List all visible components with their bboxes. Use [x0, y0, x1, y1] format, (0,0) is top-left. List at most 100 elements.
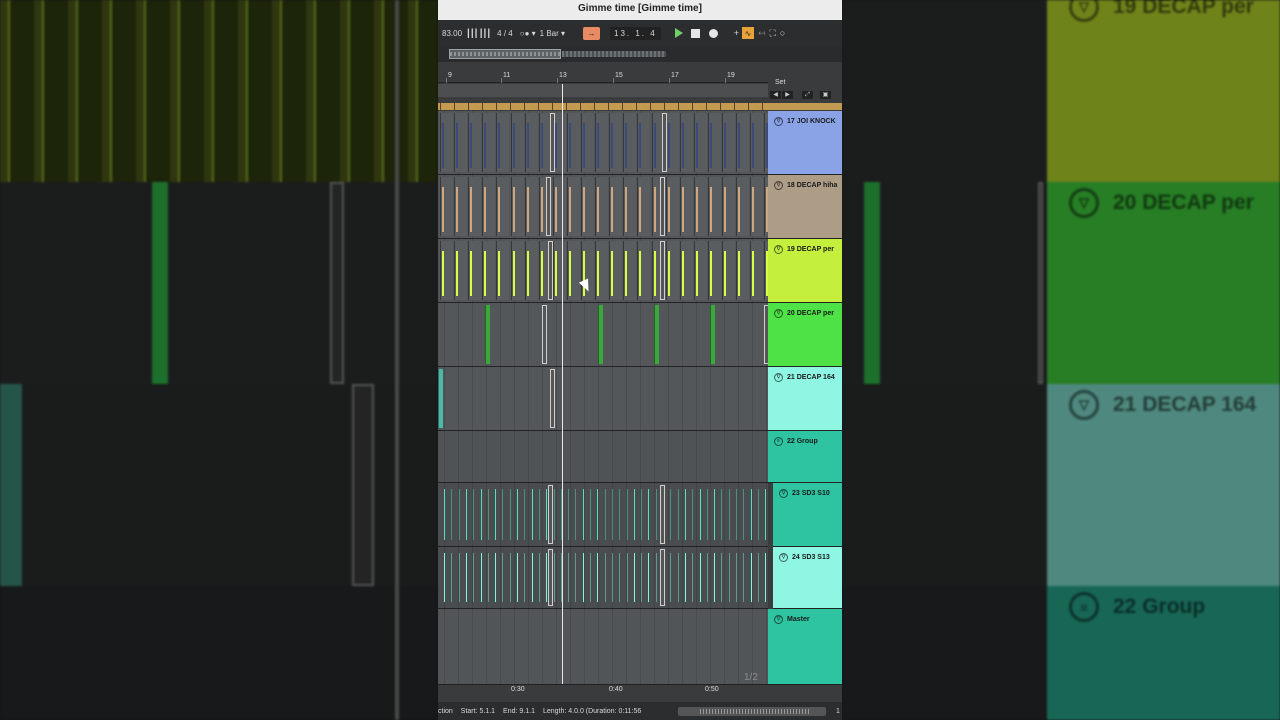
audio-clip[interactable] [722, 113, 736, 172]
audio-clip[interactable] [750, 241, 764, 300]
clip-boundary[interactable] [660, 485, 665, 544]
punch-icon[interactable]: ○ [780, 28, 785, 38]
draw-mode-icon[interactable]: ∿ [741, 27, 754, 39]
track-header[interactable]: ▽ 18 DECAP hiha [768, 175, 842, 239]
clip-boundary[interactable] [550, 113, 555, 172]
audio-clip[interactable] [566, 241, 580, 300]
audio-clip[interactable] [482, 241, 496, 300]
audio-clip[interactable] [609, 177, 623, 236]
track-header[interactable]: ▽ Master [768, 609, 842, 685]
fold-icon[interactable]: ▽ [774, 373, 783, 382]
clip-boundary[interactable] [660, 241, 665, 300]
locator-strip[interactable] [438, 103, 842, 110]
audio-clip[interactable] [623, 113, 637, 172]
track-row[interactable]: ▽ 23 SD3 S10 [438, 483, 842, 547]
track-lane[interactable] [438, 367, 768, 431]
track-header[interactable]: ▽ 23 SD3 S10 [773, 483, 842, 547]
track-header[interactable]: ▽ 24 SD3 S13 [773, 547, 842, 609]
audio-clip[interactable] [510, 241, 524, 300]
clip-boundary[interactable] [548, 485, 553, 544]
audio-clip[interactable] [693, 113, 707, 172]
audio-clip[interactable] [609, 241, 623, 300]
track-row[interactable]: ▽ 18 DECAP hiha [438, 175, 842, 239]
audio-clip[interactable] [468, 241, 482, 300]
audio-clip[interactable] [468, 177, 482, 236]
audio-clip[interactable] [665, 113, 679, 172]
play-button[interactable] [674, 28, 683, 38]
audio-clip[interactable] [552, 177, 566, 236]
audio-clip[interactable] [454, 177, 468, 236]
track-header[interactable]: ▽ 17 JOI KNOCK [768, 111, 842, 175]
audio-clip[interactable] [524, 177, 538, 236]
status-scrollbar[interactable] [678, 707, 826, 716]
audio-clip[interactable] [707, 113, 721, 172]
track-lane[interactable] [438, 547, 768, 609]
time-ruler[interactable]: 0:30 0:40 0:50 [438, 685, 768, 697]
track-lane[interactable] [438, 483, 768, 547]
audio-clip[interactable] [485, 305, 490, 364]
audio-clip[interactable] [665, 177, 679, 236]
audio-clip[interactable] [679, 177, 693, 236]
audio-clip[interactable] [710, 305, 715, 364]
track-lane[interactable] [438, 431, 768, 483]
audio-clip[interactable] [750, 113, 764, 172]
back-icon[interactable]: ↤ [758, 28, 766, 39]
follow-button[interactable]: → [583, 26, 601, 40]
audio-clip[interactable] [496, 241, 510, 300]
overview-viewport[interactable] [449, 49, 561, 59]
expand-icon[interactable]: ⤢ [802, 91, 813, 99]
track-row[interactable]: ▽ 20 DECAP per [438, 303, 842, 367]
audio-clip[interactable] [707, 241, 721, 300]
audio-clip[interactable] [736, 113, 750, 172]
audio-clip[interactable] [454, 241, 468, 300]
position-field[interactable]: 13. 1. 4 [610, 26, 661, 40]
audio-clip[interactable] [510, 177, 524, 236]
clip-boundary[interactable] [548, 549, 553, 606]
audio-clip[interactable] [693, 241, 707, 300]
next-locator-icon[interactable]: ▶ [782, 91, 793, 99]
audio-clip[interactable] [454, 113, 468, 172]
loop-bar[interactable] [438, 84, 768, 97]
audio-clip[interactable] [566, 113, 580, 172]
bar-ruler[interactable]: 9 11 13 15 17 19 [438, 72, 768, 83]
audio-clip[interactable] [595, 241, 609, 300]
audio-clip[interactable] [736, 241, 750, 300]
clip-boundary[interactable] [660, 177, 665, 236]
playhead[interactable] [562, 84, 563, 684]
scroll-thumb[interactable] [700, 709, 810, 714]
audio-clip[interactable] [598, 305, 603, 364]
audio-clip[interactable] [637, 113, 651, 172]
audio-clip[interactable] [581, 113, 595, 172]
track-lane[interactable] [438, 175, 768, 239]
fold-icon[interactable]: ▽ [779, 553, 788, 562]
track-row[interactable]: ▽ 17 JOI KNOCK [438, 111, 842, 175]
metronome-icon[interactable]: ○● ▾ [520, 29, 536, 38]
audio-clip[interactable] [654, 305, 659, 364]
audio-clip[interactable] [581, 177, 595, 236]
clip-boundary[interactable] [546, 177, 551, 236]
track-row[interactable]: ▽ 19 DECAP per [438, 239, 842, 303]
fold-icon[interactable]: ▽ [774, 181, 783, 190]
clip-boundary[interactable] [662, 113, 667, 172]
track-header[interactable]: ▽ 20 DECAP per [768, 303, 842, 367]
track-row[interactable]: ≡ 22 Group [438, 431, 842, 483]
audio-clip[interactable] [665, 241, 679, 300]
clip-boundary[interactable] [660, 549, 665, 606]
fold-icon[interactable]: ▽ [774, 245, 783, 254]
track-header[interactable]: ≡ 22 Group [768, 431, 842, 483]
record-button[interactable] [708, 28, 718, 38]
track-row[interactable]: ▽ 21 DECAP 164 [438, 367, 842, 431]
audio-clip[interactable] [510, 113, 524, 172]
audio-clip[interactable] [623, 177, 637, 236]
audio-clip[interactable] [722, 177, 736, 236]
audio-clip[interactable] [524, 113, 538, 172]
track-header[interactable]: ▽ 21 DECAP 164 [768, 367, 842, 431]
audio-clip[interactable] [736, 177, 750, 236]
audio-clip[interactable] [750, 177, 764, 236]
audio-clip[interactable] [679, 241, 693, 300]
audio-clip[interactable] [440, 177, 454, 236]
track-row[interactable]: ▽ 24 SD3 S13 [438, 547, 842, 609]
clip-boundary[interactable] [548, 241, 553, 300]
audio-clip[interactable] [496, 177, 510, 236]
arrangement-overview[interactable] [438, 46, 842, 62]
